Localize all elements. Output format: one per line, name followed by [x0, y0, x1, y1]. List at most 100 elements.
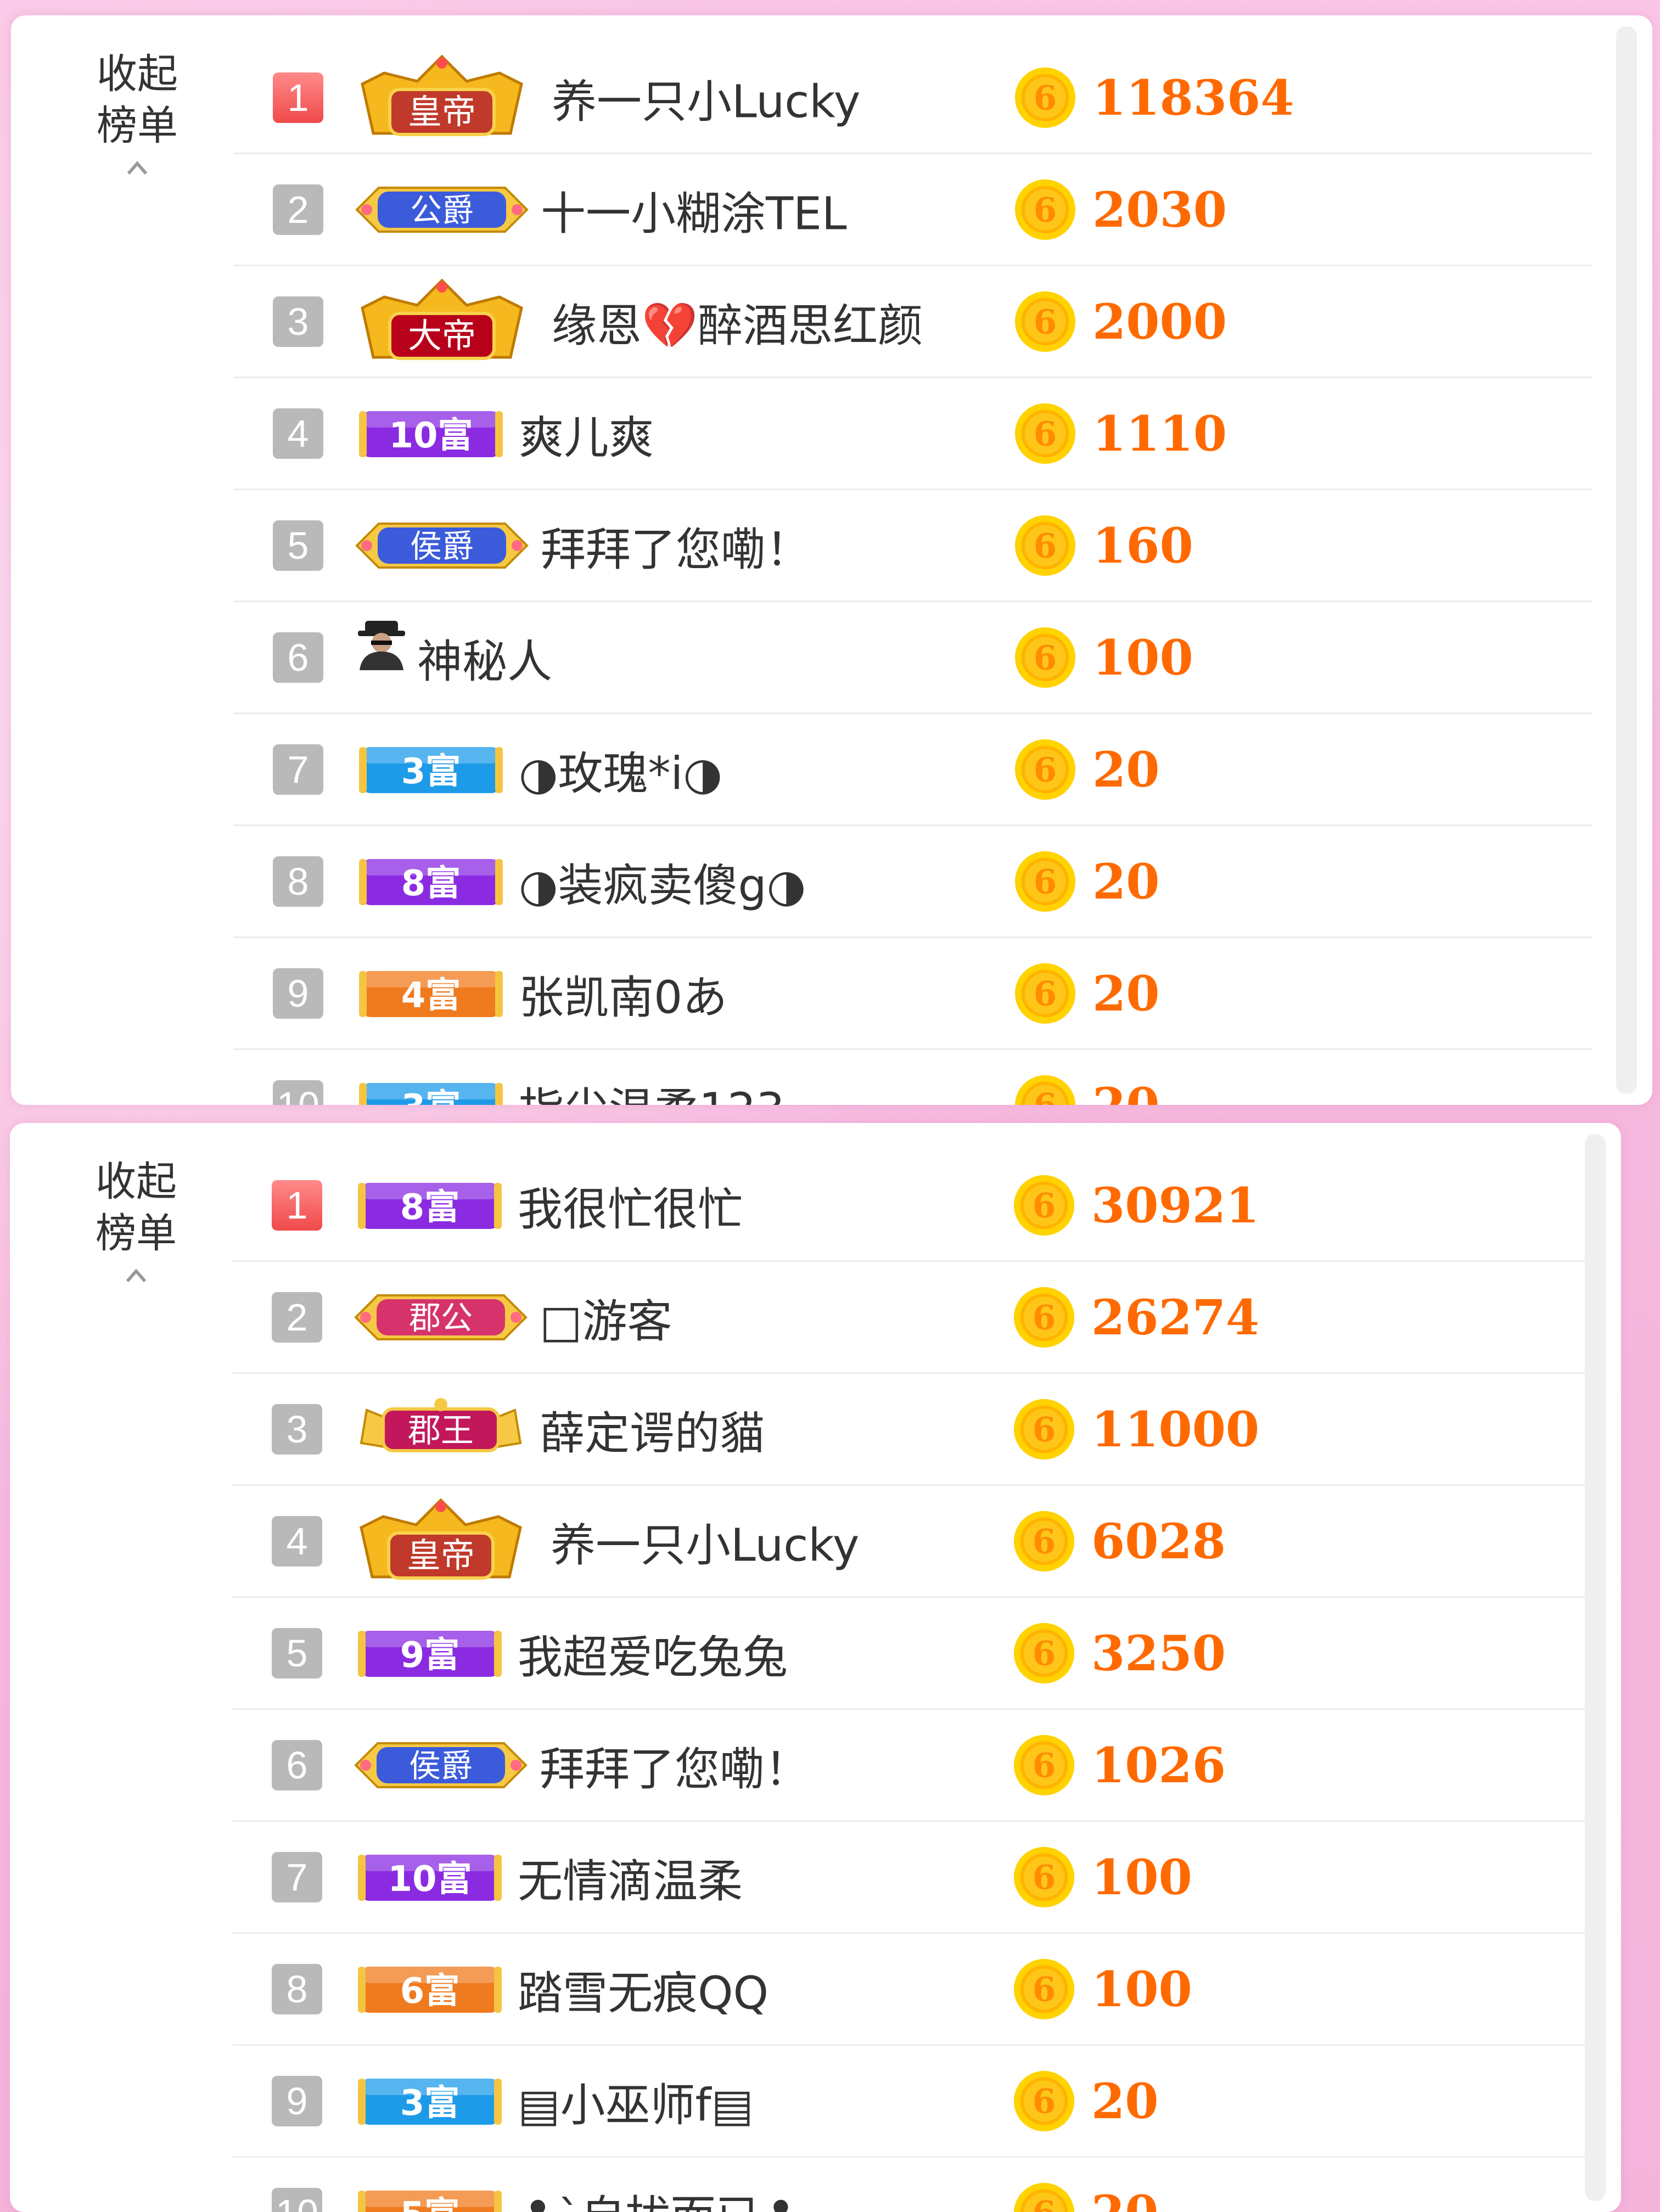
collapse-list-toggle[interactable]: 收起 榜单: [81, 1156, 191, 1289]
badge-container: 8富: [351, 835, 532, 928]
contribution-amount: 118364: [1092, 69, 1294, 126]
user-name[interactable]: 拜拜了您嘞！: [541, 513, 811, 579]
user-name[interactable]: 我超爱吃兔兔: [518, 1621, 788, 1686]
scrollbar[interactable]: [1585, 1134, 1606, 2201]
ranking-row[interactable]: 10 3富 指尖温柔123 6 20: [233, 1051, 1592, 1105]
badge-label: 9富: [400, 1635, 460, 1676]
ranking-row[interactable]: 9 4富 张凯南0あ 6 20: [233, 939, 1592, 1050]
wealth-level-badge: 4富: [359, 971, 503, 1017]
contribution-amount: 20: [1092, 741, 1160, 798]
user-name[interactable]: ▤小巫师f▤: [518, 2069, 754, 2134]
user-name[interactable]: ◑装疯卖傻g◑: [519, 849, 806, 914]
gold-coin-icon: 6: [1014, 179, 1076, 240]
contribution-amount: 20: [1092, 853, 1160, 910]
svg-text:6: 6: [1034, 975, 1057, 1014]
user-name[interactable]: 我很忙很忙: [518, 1173, 743, 1238]
scrollbar[interactable]: [1616, 26, 1637, 1094]
svg-text:6: 6: [1033, 1635, 1056, 1674]
ranking-row[interactable]: 4 10富 爽儿爽 6 1110: [233, 379, 1592, 490]
user-name[interactable]: ♣`自扰而已♣: [518, 2181, 801, 2212]
svg-text:6: 6: [1033, 2082, 1056, 2121]
ranking-row[interactable]: 3 大帝 缘恩💔醉酒思红颜 6 2000: [233, 267, 1592, 378]
collapse-list-toggle[interactable]: 收起 榜单: [82, 48, 192, 181]
ranking-row[interactable]: 2 郡公 □游客 6 26274: [232, 1262, 1591, 1374]
contribution-amount: 1110: [1092, 405, 1227, 462]
ranking-row[interactable]: 8 8富 ◑装疯卖傻g◑ 6 20: [233, 827, 1592, 938]
rank-number: 9: [272, 2076, 322, 2126]
contribution-amount: 20: [1091, 2073, 1159, 2130]
rank-number: 7: [272, 1852, 322, 1902]
contribution-amount: 3250: [1091, 1625, 1226, 1682]
ranking-row[interactable]: 3 郡王 薛定谔的貓 6 11000: [232, 1374, 1591, 1486]
wealth-level-badge: 8富: [358, 1183, 502, 1229]
svg-text:6: 6: [1034, 415, 1057, 454]
svg-text:6: 6: [1034, 79, 1057, 118]
ranking-row[interactable]: 2 公爵 十一小糊涂TEL 6 2030: [233, 155, 1592, 266]
user-name[interactable]: 拜拜了您嘞！: [540, 1733, 810, 1798]
ranking-row[interactable]: 1 8富 我很忙很忙 6 30921: [232, 1150, 1591, 1262]
ranking-row[interactable]: 7 10富 无情滴温柔 6 100: [232, 1822, 1591, 1934]
user-name[interactable]: 踏雪无痕QQ: [518, 1957, 769, 2022]
ranking-row[interactable]: 5 侯爵 拜拜了您嘞！ 6 160: [233, 491, 1592, 602]
contribution-amount: 100: [1092, 629, 1193, 686]
badge-container: 3富: [351, 1059, 532, 1105]
contribution-amount: 2030: [1092, 181, 1227, 238]
user-name[interactable]: 十一小糊涂TEL: [541, 177, 847, 243]
user-name[interactable]: 指尖温柔123: [519, 1073, 785, 1105]
badge-container: 3富: [350, 2054, 531, 2148]
user-name[interactable]: □游客: [540, 1285, 672, 1350]
ranking-row[interactable]: 7 3富 ◑玫瑰*i◑ 6 20: [233, 715, 1592, 826]
wealth-level-badge: 3富: [358, 2079, 502, 2125]
ranking-row[interactable]: 4 皇帝 养一只小Lucky 6 6028: [232, 1486, 1591, 1598]
badge-container: 10富: [350, 1831, 531, 1924]
user-name[interactable]: 爽儿爽: [519, 401, 654, 467]
noble-rank-badge: 公爵: [355, 187, 529, 233]
wealth-level-badge: 6富: [358, 1967, 502, 2013]
rank-number: 1: [272, 1180, 322, 1231]
contribution-amount: 2000: [1092, 293, 1227, 350]
user-name[interactable]: 神秘人: [417, 625, 552, 690]
ranking-row[interactable]: 10 5富 ♣`自扰而已♣ 6 20: [232, 2158, 1591, 2212]
badge-label: 皇帝: [408, 92, 476, 132]
gold-coin-icon: 6: [1013, 1846, 1075, 1908]
wealth-level-badge: 10富: [359, 411, 503, 457]
gold-coin-icon: 6: [1013, 1958, 1075, 2020]
chevron-up-icon: [126, 1268, 147, 1283]
svg-text:6: 6: [1033, 2194, 1056, 2212]
ranking-row[interactable]: 6 神秘人 6 100: [233, 603, 1592, 714]
user-name[interactable]: 张凯南0あ: [519, 961, 727, 1026]
svg-text:6: 6: [1034, 863, 1057, 902]
user-name[interactable]: 薛定谔的貓: [540, 1397, 765, 1462]
badge-container: 公爵: [351, 163, 532, 256]
ranking-row[interactable]: 1 皇帝 养一只小Lucky 6 118364: [233, 43, 1592, 154]
rank-number: 4: [273, 408, 323, 459]
user-name[interactable]: 无情滴温柔: [518, 1845, 743, 1910]
rank-number: 1: [273, 72, 323, 123]
badge-container: 皇帝: [351, 51, 532, 144]
svg-text:6: 6: [1033, 1859, 1056, 1897]
user-name[interactable]: 养一只小Lucky: [551, 1509, 859, 1574]
ranking-row[interactable]: 5 9富 我超爱吃兔兔 6 3250: [232, 1598, 1591, 1710]
rank-number: 2: [273, 184, 323, 235]
svg-text:6: 6: [1034, 751, 1057, 790]
user-name[interactable]: 养一只小Lucky: [552, 65, 860, 131]
user-name[interactable]: 缘恩💔醉酒思红颜: [552, 289, 923, 355]
badge-label: 6富: [400, 1971, 460, 2012]
badge-container: 3富: [351, 723, 532, 816]
rank-number: 4: [272, 1516, 322, 1567]
ranking-row[interactable]: 8 6富 踏雪无痕QQ 6 100: [232, 1934, 1591, 2046]
rank-number: 3: [272, 1404, 322, 1455]
gold-coin-icon: 6: [1013, 1399, 1075, 1460]
rank-number: 8: [273, 856, 323, 907]
badge-label: 侯爵: [410, 527, 474, 565]
rank-number: 7: [273, 744, 323, 795]
ranking-row[interactable]: 9 3富 ▤小巫师f▤ 6 20: [232, 2046, 1591, 2158]
user-name[interactable]: ◑玫瑰*i◑: [519, 737, 722, 802]
contribution-amount: 6028: [1091, 1513, 1226, 1570]
contribution-amount: 11000: [1091, 1401, 1260, 1458]
rank-number: 9: [273, 968, 323, 1019]
ranking-row[interactable]: 6 侯爵 拜拜了您嘞！ 6 1026: [232, 1710, 1591, 1822]
contribution-amount: 100: [1091, 1849, 1192, 1906]
badge-label: 3富: [401, 1087, 461, 1105]
badge-label: 侯爵: [409, 1747, 473, 1784]
